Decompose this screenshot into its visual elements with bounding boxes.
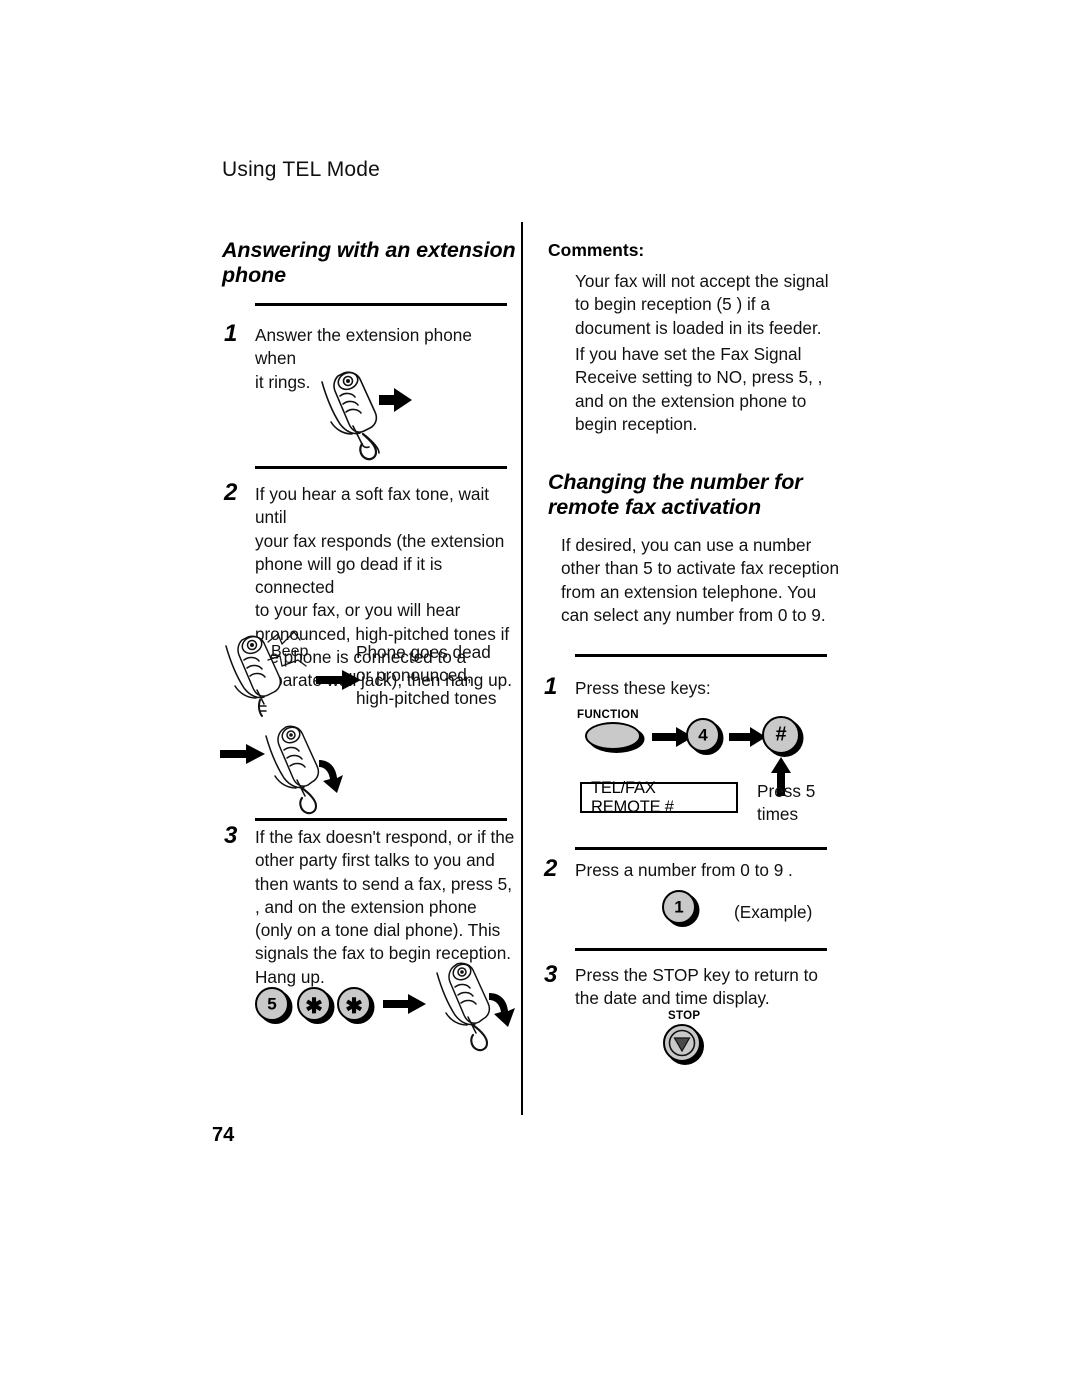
right-section-title-line1: Changing the number for [548,470,803,494]
beep-result-line-1: Phone goes dead [356,642,491,662]
left-step-3-line-1: If the fax doesn't respond, or if the [255,827,515,847]
right-step-2-number: 2 [544,855,558,882]
key-hash-label: # [775,723,787,746]
handset-hangup-illustration [220,725,343,815]
manual-page: Using TEL Mode Answering with an extensi… [0,0,1080,1397]
key-hash[interactable]: # [762,716,800,754]
beep-result-caption: Phone goes dead or pronounced, high-pitc… [356,641,526,710]
comments-p1-line-2: to begin reception (5 ) if a [575,294,770,315]
arrow-curve-down-icon-2 [489,993,515,1027]
left-step-2-line-1: If you hear a soft fax tone, wait until [255,484,490,528]
right-step-3-number: 3 [544,961,558,988]
left-step-2-line-4: to your fax, or you will hear [255,600,461,621]
key-star-1[interactable]: ✱ [297,987,331,1021]
beep-result-line-3: high-pitched tones [356,688,497,708]
left-step-2-number: 2 [224,479,238,506]
comments-paragraph-1: Your fax will not accept the signal to b… [575,270,850,340]
stop-key[interactable] [663,1024,701,1062]
comments-p1-line-1: Your fax will not accept the signal [575,271,829,291]
arrow-left-icon [379,388,412,412]
left-rule-1 [255,303,507,306]
left-step-3-line-7: Hang up. [255,966,325,987]
right-intro-text: If desired, you can use a number other t… [561,534,851,627]
key-5[interactable]: 5 [255,987,289,1021]
left-step-3-line-5: (only on a tone dial phone). This [255,920,501,941]
handset-hangup-illustration-2 [436,962,515,1052]
function-key[interactable] [585,722,641,750]
right-step-1-text: Press these keys: [575,678,711,698]
lcd-display: TEL/FAX REMOTE # [580,779,738,816]
right-section-title: Changing the number for remote fax activ… [548,470,848,520]
left-step-2-line-3: phone will go dead if it is connected [255,553,443,598]
left-step-2-line-2: your fax responds (the extension [255,530,505,551]
stop-key-caption: STOP [668,1010,701,1022]
beep-result-line-2: or pronounced, [356,665,472,685]
left-step-3-number: 3 [224,822,238,849]
right-section-title-line2: remote fax activation [548,495,761,519]
left-step-1-number: 1 [224,320,238,347]
left-section-title-line2: phone [222,263,286,287]
example-note: (Example) [734,902,813,922]
comments-p2-line-2: Receive setting to NO, press 5, , [575,367,823,388]
key-1[interactable]: 1 [662,890,696,924]
right-rule-2 [575,847,827,850]
right-step-1-number: 1 [544,673,558,700]
key-4[interactable]: 4 [686,718,720,752]
comments-paragraph-2: If you have set the Fax Signal Receive s… [575,343,860,436]
right-rule-1 [575,654,827,657]
left-step-3-line-2: other party first talks to you and [255,850,495,871]
press-note-line-1: Press 5 [757,781,816,801]
left-section-title: Answering with an extension phone [222,238,522,288]
key-1-label: 1 [674,897,684,916]
comments-p2-line-1: If you have set the Fax Signal [575,344,802,364]
arrow-right-icon-2 [220,744,265,764]
arrow-curve-down-icon-1 [319,760,343,793]
right-step-3-line-2: the date and time display. [575,988,770,1009]
handset-pickup-illustration [321,371,412,461]
page-number: 74 [212,1124,235,1146]
left-step-3-line-4: , and on the extension phone [255,896,477,917]
right-step-2-text: Press a number from 0 to 9 . [575,860,793,880]
right-intro-line-3: from an extension telephone. You [561,581,817,602]
right-intro-line-1: If desired, you can use a number [561,535,812,555]
running-head: Using TEL Mode [222,158,381,181]
left-step-3-line-3: then wants to send a fax, press 5, [255,873,513,894]
comments-p2-line-4: begin reception. [575,413,698,434]
press-note-line-2: times [757,804,799,824]
function-key-caption: FUNCTION [577,709,639,721]
left-rule-2 [255,466,507,469]
beep-label: Beep [271,643,309,660]
right-rule-3 [575,948,827,951]
press-times-note: Press 5 times [757,780,847,826]
right-step-3-text: Press the STOP key to return to the date… [575,964,850,1011]
key-star-2[interactable]: ✱ [337,987,371,1021]
right-intro-line-2: other than 5 to activate fax reception [561,558,840,579]
right-step-3-line-1: Press the STOP key to return to [575,965,818,985]
comments-p1-line-3: document is loaded in its feeder. [575,317,822,338]
comments-label: Comments: [548,240,645,260]
left-rule-3 [255,818,507,821]
stop-triangle-icon [668,1029,696,1057]
key-5-label: 5 [267,994,277,1013]
key-star-1-label: ✱ [305,994,323,1018]
arrow-right-icon-3 [383,994,426,1014]
comments-p2-line-3: and on the extension phone to [575,390,807,411]
key-star-2-label: ✱ [345,994,363,1018]
right-intro-line-4: can select any number from 0 to 9. [561,604,826,625]
key-4-label: 4 [698,725,708,744]
left-section-title-line1: Answering with an extension [222,238,516,262]
